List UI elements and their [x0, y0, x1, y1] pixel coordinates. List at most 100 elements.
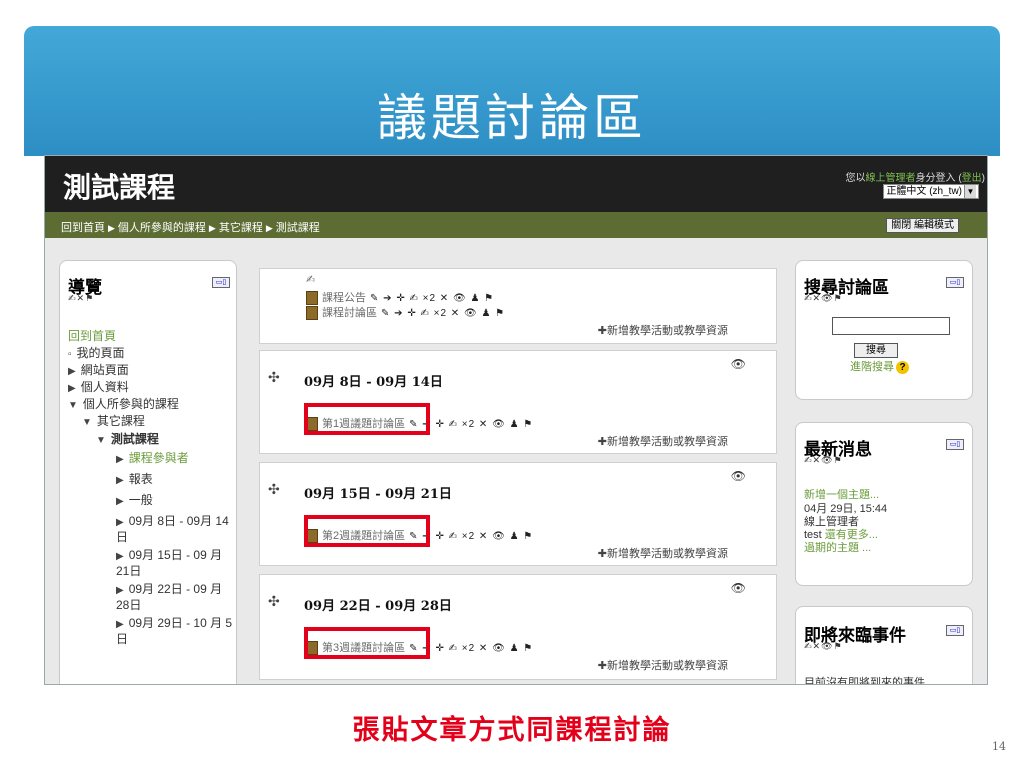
- nav-item-my-page[interactable]: ▫ 我的頁面: [68, 346, 125, 362]
- nav-item-label: 報表: [128, 472, 153, 486]
- nav-item-label: 09月 8日 - 09月 14日: [116, 514, 229, 544]
- nav-item-label: 測試課程: [110, 432, 159, 446]
- breadcrumb-home[interactable]: 回到首頁: [61, 222, 105, 234]
- week-title: 09月 8日 - 09月 14日: [304, 375, 443, 390]
- triangle-right-icon: ▶: [116, 551, 124, 562]
- eye-icon[interactable]: 👁: [731, 469, 746, 483]
- move-icon[interactable]: ✣: [268, 593, 280, 610]
- nav-item-participants[interactable]: ▶ 課程參與者: [116, 451, 189, 467]
- activity-edit-tools[interactable]: ✎ ➔ ✛ ✍ ×2 ✕ 👁 ♟ ⚑: [370, 293, 494, 304]
- block-edit-tools[interactable]: ✍✕⚑: [68, 293, 94, 304]
- activity-link[interactable]: 課程討論區: [322, 307, 377, 319]
- post-author: 線上管理者: [804, 516, 859, 528]
- navbar: 回到首頁 ▶ 個人所參與的課程 ▶ 其它課程 ▶ 測試課程 關閉 編輯模式: [45, 212, 987, 238]
- nav-item-other-courses[interactable]: ▼ 其它課程: [82, 414, 145, 430]
- search-forums-block: 搜尋討論區 ▭▯ ✍✕👁⚑ 搜尋 進階搜尋?: [795, 260, 973, 400]
- block-edit-tools[interactable]: ✍✕👁⚑: [804, 641, 843, 652]
- nav-item-my-courses[interactable]: ▼ 個人所參與的課程: [68, 397, 179, 413]
- nav-item-home[interactable]: 回到首頁: [68, 329, 116, 343]
- triangle-right-icon: ▶: [116, 585, 124, 596]
- no-events-text: 目前沒有即將到來的事件: [804, 677, 925, 685]
- course-section-week-1: ✣ 👁 09月 8日 - 09月 14日 第1週議題討論區 ✎ ➔ ✛ ✍ ×2 …: [259, 350, 777, 454]
- nav-item-general[interactable]: ▶ 一般: [116, 493, 153, 509]
- nav-item-week-3[interactable]: ▶ 09月 22日 - 09 月 28日: [116, 582, 234, 612]
- site-header: 測試課程 您以線上管理者身分登入 (登出) 正體中文 (zh_tw) ▼: [45, 156, 987, 212]
- nav-item-label: 09月 15日 - 09 月 21日: [116, 548, 223, 578]
- post-more-link[interactable]: 還有更多...: [825, 529, 878, 541]
- eye-icon[interactable]: 👁: [731, 581, 746, 595]
- bullet-icon: ▫: [68, 349, 72, 360]
- chevron-down-icon: ▼: [964, 185, 976, 198]
- dock-icon[interactable]: ▭▯: [946, 439, 964, 450]
- nav-item-label: 課程參與者: [128, 451, 189, 465]
- nav-item-label: 個人資料: [80, 380, 129, 394]
- activity-tools-top[interactable]: ✍: [306, 273, 315, 286]
- triangle-right-icon: ▶: [116, 619, 124, 630]
- nav-item-week-2[interactable]: ▶ 09月 15日 - 09 月 21日: [116, 548, 234, 578]
- nav-item-profile[interactable]: ▶ 個人資料: [68, 380, 129, 396]
- dock-icon[interactable]: ▭▯: [946, 277, 964, 288]
- breadcrumb: 回到首頁 ▶ 個人所參與的課程 ▶ 其它課程 ▶ 測試課程: [61, 219, 320, 235]
- breadcrumb-separator-icon: ▶: [108, 223, 115, 233]
- triangle-down-icon: ▼: [96, 435, 106, 446]
- help-icon[interactable]: ?: [896, 361, 909, 374]
- breadcrumb-my-courses[interactable]: 個人所參與的課程: [118, 222, 206, 234]
- nav-item-test-course[interactable]: ▼ 測試課程: [96, 432, 159, 448]
- breadcrumb-current-course: 測試課程: [275, 222, 320, 234]
- older-topics-link[interactable]: 過期的主題 ...: [804, 542, 871, 555]
- highlight-box: [304, 515, 430, 547]
- logout-link[interactable]: 登出: [962, 173, 982, 184]
- language-select[interactable]: 正體中文 (zh_tw) ▼: [883, 184, 979, 199]
- add-activity-link[interactable]: ✚新增教學活動或教學資源: [598, 322, 728, 338]
- nav-item-label: 其它課程: [96, 414, 145, 428]
- activity-course-announcements[interactable]: 課程公告 ✎ ➔ ✛ ✍ ×2 ✕ 👁 ♟ ⚑: [306, 289, 494, 306]
- dock-icon[interactable]: ▭▯: [212, 277, 230, 288]
- nav-item-label: 個人所參與的課程: [82, 397, 179, 411]
- week-title: 09月 15日 - 09月 21日: [304, 487, 452, 502]
- triangle-down-icon: ▼: [82, 417, 92, 428]
- nav-item-label: 09月 29日 - 10 月 5日: [116, 616, 233, 646]
- nav-item-site-pages[interactable]: ▶ 網站頁面: [68, 363, 129, 379]
- toggle-edit-mode-button[interactable]: 關閉 編輯模式: [886, 218, 959, 233]
- navigation-block: 導覽 ▭▯ ✍✕⚑ 回到首頁 ▫ 我的頁面 ▶ 網站頁面 ▶ 個人資料 ▼ 個人所參與的…: [59, 260, 237, 684]
- course-section-week-2: ✣ 👁 09月 15日 - 09月 21日 第2週議題討論區 ✎ ➔ ✛ ✍ ×2…: [259, 462, 777, 566]
- forum-icon: [306, 306, 318, 321]
- breadcrumb-other-courses[interactable]: 其它課程: [219, 222, 263, 234]
- triangle-right-icon: ▶: [116, 517, 124, 528]
- add-activity-link[interactable]: ✚新增教學活動或教學資源: [598, 545, 728, 561]
- eye-icon[interactable]: 👁: [731, 357, 746, 371]
- triangle-right-icon: ▶: [116, 496, 124, 507]
- add-activity-link[interactable]: ✚新增教學活動或教學資源: [598, 657, 728, 673]
- nav-item-week-1[interactable]: ▶ 09月 8日 - 09月 14日: [116, 514, 234, 544]
- move-icon[interactable]: ✣: [268, 481, 280, 498]
- nav-item-label: 09月 22日 - 09 月 28日: [116, 582, 223, 612]
- nav-item-reports[interactable]: ▶ 報表: [116, 472, 153, 488]
- login-close: ): [981, 173, 985, 184]
- add-topic-link[interactable]: 新增一個主題...: [804, 489, 879, 502]
- nav-item-week-4[interactable]: ▶ 09月 29日 - 10 月 5日: [116, 616, 234, 646]
- post-date: 04月 29日, 15:44: [804, 503, 888, 515]
- breadcrumb-separator-icon: ▶: [208, 223, 216, 233]
- add-activity-link[interactable]: ✚新增教學活動或教學資源: [598, 433, 728, 449]
- slide: 議題討論區 測試課程 您以線上管理者身分登入 (登出) 正體中文 (zh_tw)…: [0, 0, 1024, 768]
- advanced-search-link[interactable]: 進階搜尋?: [850, 361, 909, 374]
- upcoming-events-block: 即將來臨事件 ▭▯ ✍✕👁⚑ 目前沒有即將到來的事件: [795, 606, 973, 685]
- activity-course-forum[interactable]: 課程討論區 ✎ ➔ ✛ ✍ ×2 ✕ 👁 ♟ ⚑: [306, 304, 505, 321]
- activity-link[interactable]: 課程公告: [322, 292, 366, 304]
- move-icon[interactable]: ✣: [268, 369, 280, 386]
- triangle-right-icon: ▶: [116, 454, 124, 465]
- forum-icon: [306, 291, 318, 306]
- slide-caption: 張貼文章方式同課程討論: [352, 715, 672, 746]
- search-button[interactable]: 搜尋: [854, 343, 898, 358]
- nav-item-label: 一般: [128, 493, 153, 507]
- highlight-box: [304, 403, 430, 435]
- dock-icon[interactable]: ▭▯: [946, 625, 964, 636]
- activity-edit-tools[interactable]: ✎ ➔ ✛ ✍ ×2 ✕ 👁 ♟ ⚑: [381, 308, 505, 319]
- block-edit-tools[interactable]: ✍✕👁⚑: [804, 455, 843, 466]
- search-input[interactable]: [832, 317, 950, 335]
- user-link[interactable]: 線上管理者: [866, 173, 916, 184]
- moodle-screenshot: 測試課程 您以線上管理者身分登入 (登出) 正體中文 (zh_tw) ▼ 回到首頁…: [44, 155, 988, 685]
- block-edit-tools[interactable]: ✍✕👁⚑: [804, 293, 843, 304]
- post-entry: test 還有更多...: [804, 529, 878, 542]
- latest-news-block: 最新消息 ▭▯ ✍✕👁⚑ 新增一個主題... 04月 29日, 15:44 線上…: [795, 422, 973, 586]
